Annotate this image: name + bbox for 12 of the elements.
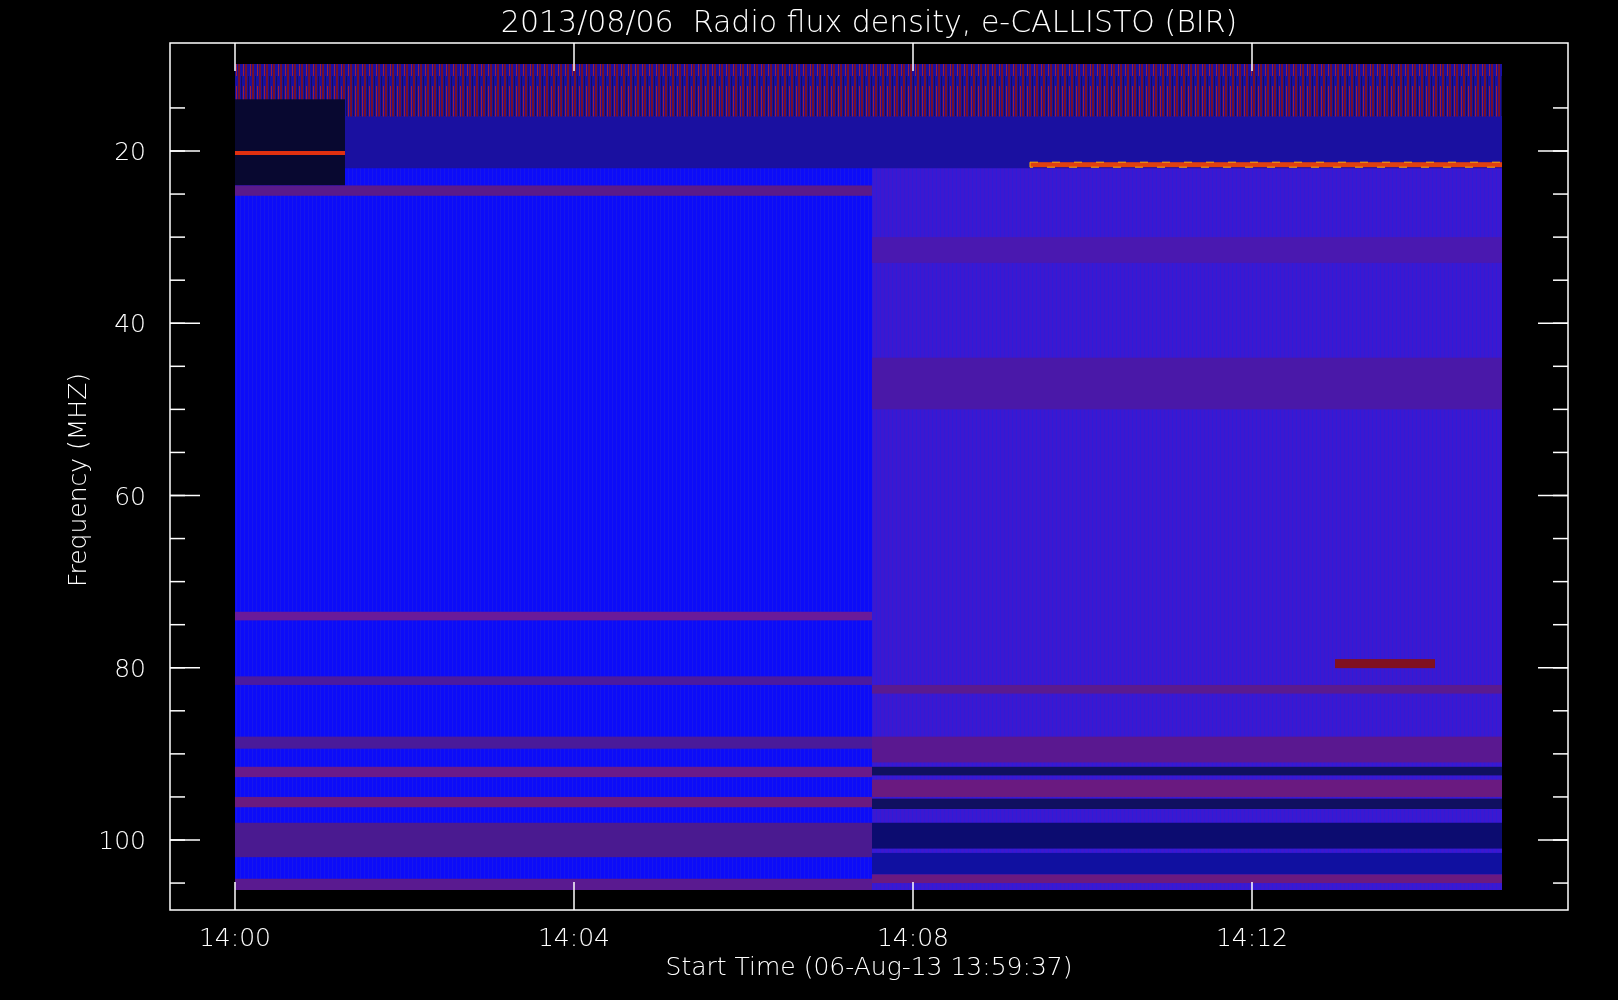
tick-label: 80 xyxy=(114,653,146,683)
tick-label: 40 xyxy=(114,309,146,339)
tick-label: 20 xyxy=(114,137,146,166)
tick-label: 60 xyxy=(114,481,146,511)
axis-label: Frequency (MHZ) xyxy=(63,372,92,588)
tick-label: 14:08 xyxy=(877,923,949,952)
axis-label: Start Time (06-Aug-13 13:59:37) xyxy=(665,952,1073,981)
tick-label: 100 xyxy=(98,826,146,855)
chart-title: 2013/08/06 Radio flux density, e-CALLISTO (BIR) xyxy=(500,4,1238,39)
tick-label: 14:12 xyxy=(1216,923,1288,952)
tick-label: 14:00 xyxy=(199,923,271,952)
tick-label: 14:04 xyxy=(538,923,610,952)
